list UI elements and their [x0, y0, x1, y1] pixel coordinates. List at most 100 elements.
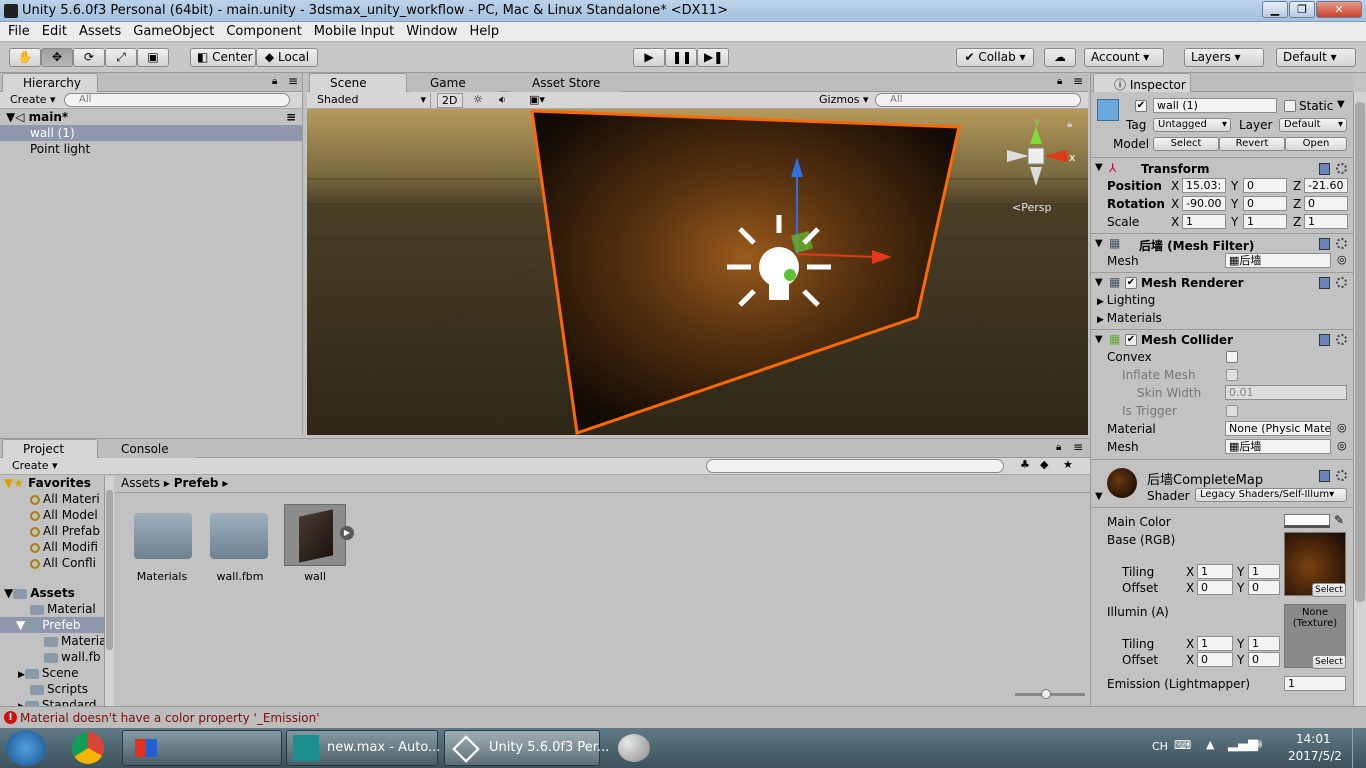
lighting-foldout[interactable]: ▶ Lighting — [1097, 293, 1155, 307]
scene-menu-icon[interactable]: ≡ — [1073, 74, 1083, 88]
illum-offset-y-field[interactable]: 0 — [1248, 652, 1280, 667]
settings-gear-icon[interactable] — [1336, 470, 1347, 481]
model-select-button[interactable]: Select — [1153, 137, 1219, 151]
static-checkbox[interactable] — [1284, 100, 1296, 112]
project-create-dropdown[interactable]: Create ▾ — [8, 459, 62, 474]
hand-tool-icon[interactable]: ✋ — [9, 48, 41, 67]
tab-game[interactable]: Game — [409, 73, 499, 92]
icon-size-slider[interactable] — [1015, 689, 1085, 699]
tray-expand-icon[interactable]: ▲ — [1206, 738, 1214, 751]
scale-x-field[interactable]: 1 — [1182, 214, 1226, 229]
tab-scene[interactable]: Scene — [309, 73, 407, 92]
mesh-renderer-checkbox[interactable]: ✔ — [1125, 277, 1137, 289]
folder-item[interactable]: wall.fb — [0, 649, 105, 665]
folder-icon[interactable] — [134, 513, 192, 559]
volume-icon[interactable]: 🔊︎ — [1254, 737, 1262, 752]
show-desktop-button[interactable] — [1352, 728, 1366, 768]
object-name-field[interactable]: wall (1) — [1153, 98, 1277, 113]
lighting-toggle-icon[interactable]: ☼ — [469, 93, 493, 108]
illum-texture-select-button[interactable]: Select — [1312, 655, 1346, 669]
collider-material-field[interactable]: None (Physic Mate — [1225, 421, 1331, 436]
menu-mobile-input[interactable]: Mobile Input — [306, 22, 398, 39]
favorite-item[interactable]: All Model — [0, 507, 105, 523]
gizmo-center-handle[interactable] — [784, 269, 796, 281]
lock-icon[interactable]: 🔒︎ — [272, 76, 277, 87]
favorite-item[interactable]: All Materi — [0, 491, 105, 507]
mesh-collider-fold-icon[interactable]: ▼ — [1095, 334, 1103, 345]
scrollbar-thumb[interactable] — [1355, 102, 1365, 602]
account-dropdown[interactable]: Account ▾ — [1084, 48, 1164, 67]
cloud-icon[interactable]: ☁ — [1044, 48, 1076, 67]
active-checkbox[interactable]: ✔ — [1135, 100, 1147, 112]
model-revert-button[interactable]: Revert — [1219, 137, 1285, 151]
rotation-y-field[interactable]: 0 — [1243, 196, 1287, 211]
2d-toggle[interactable]: 2D — [437, 93, 463, 108]
language-indicator[interactable]: CH — [1152, 740, 1168, 753]
scrollbar-thumb[interactable] — [106, 490, 113, 650]
breadcrumb-assets[interactable]: Assets — [121, 476, 160, 490]
base-tiling-y-field[interactable]: 1 — [1248, 564, 1280, 579]
expand-prefab-icon[interactable]: ▶ — [340, 526, 354, 540]
convex-checkbox[interactable] — [1226, 351, 1238, 363]
folder-item[interactable]: Materia — [0, 633, 105, 649]
viewport-lock-icon[interactable]: 🔒︎ — [1067, 119, 1072, 130]
settings-gear-icon[interactable] — [1336, 163, 1347, 174]
paint-icon[interactable] — [618, 734, 650, 762]
is-trigger-checkbox[interactable] — [1226, 405, 1238, 417]
model-open-button[interactable]: Open — [1285, 137, 1347, 151]
material-fold-icon[interactable]: ▼ — [1095, 491, 1103, 502]
chrome-icon[interactable] — [72, 732, 104, 764]
mesh-field[interactable]: ▦后墙 — [1225, 253, 1331, 268]
folder-item[interactable]: Material — [0, 601, 105, 617]
tab-console[interactable]: Console — [100, 439, 196, 458]
position-z-field[interactable]: -21.60 — [1304, 178, 1348, 193]
filter-type-icon[interactable]: ♣ — [1020, 458, 1030, 471]
pivot-local-button[interactable]: ◆ Local — [256, 48, 318, 67]
base-offset-x-field[interactable]: 0 — [1197, 580, 1233, 595]
position-x-field[interactable]: 15.03: — [1182, 178, 1226, 193]
hierarchy-item-wall[interactable]: wall (1) — [0, 125, 302, 141]
breadcrumb-prefeb[interactable]: Prefeb — [174, 476, 219, 490]
base-texture-select-button[interactable]: Select — [1312, 583, 1346, 597]
emission-field[interactable]: 1 — [1284, 676, 1346, 691]
base-offset-y-field[interactable]: 0 — [1248, 580, 1280, 595]
object-picker-icon[interactable]: ◎ — [1337, 421, 1347, 434]
panel-menu-icon[interactable]: ≡ — [288, 74, 298, 88]
scene-search-input[interactable]: All — [875, 93, 1081, 107]
mesh-renderer-fold-icon[interactable]: ▼ — [1095, 277, 1103, 288]
maximize-button[interactable]: ❐ — [1289, 1, 1315, 18]
slider-thumb[interactable] — [1041, 689, 1051, 699]
shading-dropdown[interactable]: Shaded ▾ — [313, 93, 431, 108]
wall-mesh[interactable] — [530, 109, 961, 435]
collab-button[interactable]: ✔ Collab ▾ — [956, 48, 1034, 67]
favorites-header[interactable]: ▼★ Favorites — [0, 475, 105, 491]
rect-tool-icon[interactable]: ▣ — [137, 48, 169, 67]
folder-item[interactable]: Scripts — [0, 681, 105, 697]
view-orientation-gizmo[interactable] — [1007, 127, 1067, 186]
project-lock-icon[interactable]: 🔒︎ — [1056, 442, 1061, 453]
persp-label[interactable]: <Persp — [1012, 201, 1051, 214]
main-color-swatch[interactable] — [1284, 514, 1330, 528]
inspector-scrollbar[interactable] — [1353, 92, 1366, 706]
rotate-tool-icon[interactable]: ⟳ — [73, 48, 105, 67]
illum-offset-x-field[interactable]: 0 — [1197, 652, 1233, 667]
settings-gear-icon[interactable] — [1336, 334, 1347, 345]
tab-hierarchy[interactable]: Hierarchy — [2, 73, 98, 92]
folder-item[interactable]: ▶Standard — [0, 697, 105, 706]
settings-gear-icon[interactable] — [1336, 277, 1347, 288]
audio-toggle-icon[interactable]: 🔉︎ — [495, 93, 519, 108]
illum-tiling-x-field[interactable]: 1 — [1197, 636, 1233, 651]
illum-tiling-y-field[interactable]: 1 — [1248, 636, 1280, 651]
pause-button[interactable]: ❚❚ — [665, 48, 697, 67]
move-tool-icon[interactable]: ✥ — [41, 48, 73, 67]
scene-lock-icon[interactable]: 🔒︎ — [1057, 76, 1062, 87]
favorite-item[interactable]: All Prefab — [0, 523, 105, 539]
tag-dropdown[interactable]: Untagged ▾ — [1153, 118, 1231, 132]
help-book-icon[interactable] — [1319, 163, 1330, 175]
effects-dropdown-icon[interactable]: ▣▾ — [525, 93, 555, 108]
menu-gameobject[interactable]: GameObject — [125, 22, 218, 39]
mesh-filter-fold-icon[interactable]: ▼ — [1095, 238, 1103, 249]
play-button[interactable]: ▶ — [633, 48, 665, 67]
menu-help[interactable]: Help — [462, 22, 504, 39]
collider-mesh-field[interactable]: ▦后墙 — [1225, 439, 1331, 454]
